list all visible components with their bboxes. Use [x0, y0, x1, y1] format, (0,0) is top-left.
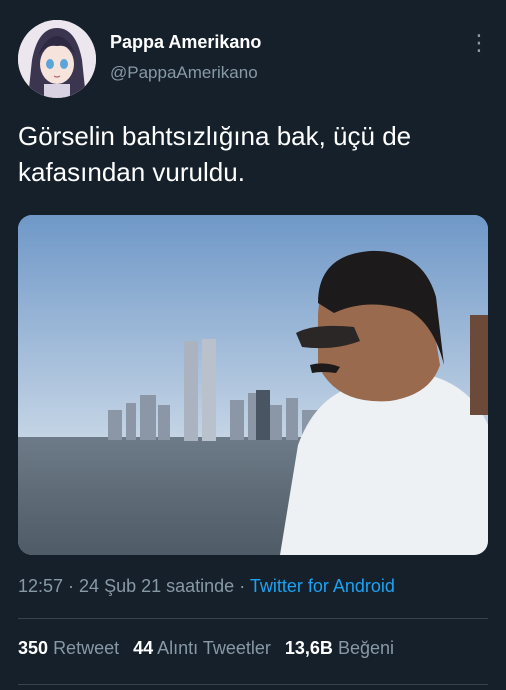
more-vertical-icon[interactable]: ⋮ [468, 28, 490, 58]
tweet-media-image[interactable] [18, 215, 488, 555]
tweet-time[interactable]: 12:57 [18, 576, 63, 596]
tweet-text-line: kafasından vuruldu. [18, 157, 245, 187]
like-label: Beğeni [337, 638, 395, 658]
quote-stat[interactable]: 44 Alıntı Tweetler [133, 638, 271, 658]
separator-dot: · [63, 576, 80, 596]
display-name[interactable]: Pappa Amerikano [110, 32, 261, 53]
tweet-header: Pappa Amerikano @PappaAmerikano ⋮ [18, 20, 490, 100]
photo-skyline-man [18, 215, 488, 555]
user-handle[interactable]: @PappaAmerikano [110, 63, 258, 83]
tweet-meta: 12:57 · 24 Şub 21 saatinde · Twitter for… [18, 576, 395, 597]
divider [18, 684, 488, 685]
separator-dot: · [234, 576, 250, 596]
tweet-date[interactable]: 24 Şub 21 saatinde [79, 576, 234, 596]
tweet-text: Görselin bahtsızlığına bak, üçü de kafas… [18, 118, 488, 190]
like-count: 13,6B [284, 638, 333, 658]
avatar-anime-image [18, 20, 96, 98]
tweet-text-line: Görselin bahtsızlığına bak, üçü de [18, 121, 412, 151]
tweet-stats: 350 Retweet 44 Alıntı Tweetler 13,6B Beğen… [18, 638, 394, 659]
quote-label: Alıntı Tweetler [157, 638, 271, 658]
retweet-stat[interactable]: 350 Retweet [18, 638, 119, 658]
retweet-label: Retweet [53, 638, 120, 658]
tweet-source-link[interactable]: Twitter for Android [250, 576, 395, 596]
quote-count: 44 [133, 638, 154, 658]
retweet-count: 350 [18, 638, 49, 658]
avatar[interactable] [18, 20, 96, 98]
like-stat[interactable]: 13,6B Beğeni [285, 638, 394, 658]
divider [18, 618, 488, 619]
